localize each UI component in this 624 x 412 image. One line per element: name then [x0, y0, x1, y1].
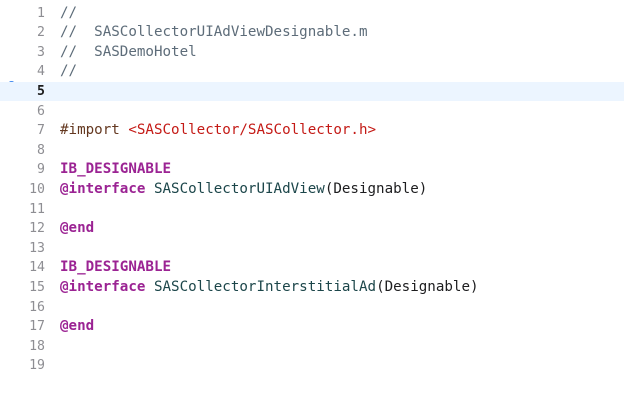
line-number: 14 — [29, 260, 45, 276]
code-token-comment: // — [60, 4, 78, 21]
code-token-string: <SASCollector/SASCollector.h> — [128, 122, 377, 139]
line-number: 11 — [29, 201, 45, 217]
code-text[interactable]: #import <SASCollector/SASCollector.h> — [60, 121, 376, 141]
code-token-keyword: @interface — [60, 278, 146, 295]
code-text[interactable]: @end — [60, 219, 94, 239]
code-line[interactable]: 10 @interface SASCollectorUIAdView(Design… — [0, 180, 624, 200]
code-line[interactable]: 17 @end — [0, 317, 624, 337]
line-number: 10 — [29, 181, 45, 197]
code-line[interactable]: 12 @end — [0, 219, 624, 239]
code-text[interactable]: // SASCollectorUIAdViewDesignable.m — [60, 23, 368, 43]
code-text[interactable]: @interface SASCollectorInterstitialAd(De… — [60, 278, 479, 298]
line-number: 16 — [29, 299, 45, 315]
line-number: 5 — [37, 83, 45, 99]
line-number: 3 — [37, 44, 45, 60]
code-line[interactable]: 16 — [0, 298, 624, 318]
code-token-comment: // SASCollectorUIAdViewDesignable.m — [60, 24, 368, 41]
code-token-comment: // — [60, 63, 78, 80]
code-line[interactable]: 11 — [0, 200, 624, 220]
code-token-keyword: @interface — [60, 180, 146, 197]
code-line[interactable]: 5 — [0, 81, 624, 102]
code-token-keyword: IB_DESIGNABLE — [60, 259, 172, 276]
code-text[interactable]: @interface SASCollectorUIAdView(Designab… — [60, 180, 427, 200]
line-number: 15 — [29, 279, 45, 295]
code-token-keyword: @end — [60, 318, 95, 335]
line-number: 2 — [37, 25, 45, 41]
line-number: 19 — [29, 358, 45, 374]
code-text[interactable]: IB_DESIGNABLE — [60, 258, 171, 278]
line-number: 12 — [29, 221, 45, 237]
code-editor[interactable]: 1 // 2 // SASCollectorUIAdViewDesignable.m 3… — [0, 0, 624, 412]
code-line[interactable]: 14 IB_DESIGNABLE — [0, 258, 624, 278]
line-number: 4 — [37, 64, 45, 80]
line-number: 18 — [29, 338, 45, 354]
code-line[interactable]: 13 — [0, 239, 624, 259]
code-token-keyword: @end — [60, 220, 95, 237]
line-number: 6 — [37, 103, 45, 119]
code-line[interactable]: 3 // SASDemoHotel — [0, 43, 624, 63]
code-token-type: SASCollectorInterstitialAd — [153, 278, 377, 295]
code-token-preproc: #import — [60, 122, 129, 139]
code-line[interactable]: 9 IB_DESIGNABLE — [0, 160, 624, 180]
code-text[interactable]: // — [60, 4, 77, 24]
line-number: 9 — [37, 162, 45, 178]
code-text[interactable]: // SASDemoHotel — [60, 43, 197, 63]
code-token-keyword: IB_DESIGNABLE — [60, 161, 172, 178]
line-number: 1 — [37, 5, 45, 21]
line-number: 17 — [29, 319, 45, 335]
code-text[interactable]: @end — [60, 317, 94, 337]
code-text[interactable]: IB_DESIGNABLE — [60, 160, 171, 180]
code-line[interactable]: 4 // — [0, 62, 624, 82]
code-line[interactable]: 19 — [0, 356, 624, 376]
code-token-comment: // SASDemoHotel — [60, 43, 197, 60]
line-number: 7 — [37, 123, 45, 139]
code-token-plain: (Designable) — [324, 180, 428, 197]
line-number: 13 — [29, 240, 45, 256]
code-line[interactable]: 7 #import <SASCollector/SASCollector.h> — [0, 121, 624, 141]
line-number: 8 — [37, 142, 45, 158]
code-line[interactable]: 8 — [0, 141, 624, 161]
code-token-plain: (Designable) — [376, 278, 479, 295]
code-text[interactable]: // — [60, 62, 77, 82]
code-line[interactable]: 1 // — [0, 4, 624, 24]
code-line[interactable]: 15 @interface SASCollectorInterstitialAd(… — [0, 278, 624, 298]
code-line[interactable]: 6 — [0, 102, 624, 122]
code-line[interactable]: 18 — [0, 337, 624, 357]
code-token-type: SASCollectorUIAdView — [153, 180, 325, 197]
code-line[interactable]: 2 // SASCollectorUIAdViewDesignable.m — [0, 23, 624, 43]
